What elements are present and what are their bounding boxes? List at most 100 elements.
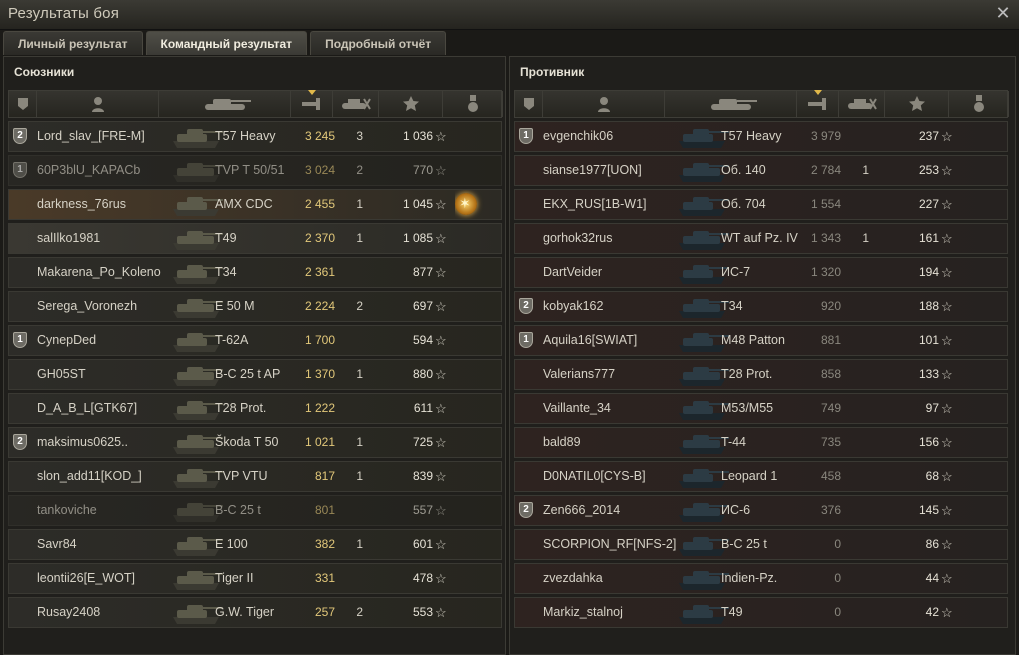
- ally-row[interactable]: slon_add11[KOD_] TVP VTU 817 1 839 ☆: [8, 461, 502, 492]
- enemy-row[interactable]: Vaillante_34 M53/M55 749 97 ☆: [514, 393, 1008, 424]
- ally-row[interactable]: 2 maksimus0625.. Škoda T 50 1 021 1 725 ☆: [8, 427, 502, 458]
- sort-desc-icon: [813, 90, 822, 95]
- enemies-header: [514, 90, 1009, 118]
- medal-cell: [455, 564, 485, 593]
- kills-value: [339, 258, 363, 287]
- xp-value: 68: [925, 469, 939, 483]
- enemy-row[interactable]: Markiz_stalnoj T49 0 42 ☆: [514, 597, 1008, 628]
- ally-row[interactable]: GH05ST B-C 25 t AP 1 370 1 880 ☆: [8, 359, 502, 390]
- ally-row[interactable]: Savr84 E 100 382 1 601 ☆: [8, 529, 502, 560]
- enemy-row[interactable]: 1 Aquila16[SWIAT] M48 Patton 881 101 ☆: [514, 325, 1008, 356]
- enemy-row[interactable]: 2 kobyak162 T34 920 188 ☆: [514, 291, 1008, 322]
- header-damage-icon[interactable]: [797, 90, 839, 117]
- medal-cell: [961, 360, 991, 389]
- header-medal-icon[interactable]: [949, 91, 1009, 117]
- platoon-cell: 1: [13, 326, 31, 355]
- header-tank-icon[interactable]: [665, 91, 797, 117]
- ally-row[interactable]: 1 CynepDed T-62A 1 700 594 ☆: [8, 325, 502, 356]
- damage-value: 920: [820, 299, 841, 313]
- ally-row[interactable]: Rusay2408 G.W. Tiger 257 2 553 ☆: [8, 597, 502, 628]
- player-name: darkness_76rus: [37, 197, 126, 211]
- ally-row[interactable]: D_A_B_L[GTK67] T28 Prot. 1 222 611 ☆: [8, 393, 502, 424]
- ally-row[interactable]: tankoviche B-C 25 t 801 557 ☆: [8, 495, 502, 526]
- platoon-badge-icon: 2: [13, 128, 27, 144]
- star-icon: ☆: [941, 129, 953, 144]
- damage-value: 881: [820, 333, 841, 347]
- tab-personal-result[interactable]: Личный результат: [3, 31, 143, 55]
- enemy-row[interactable]: gorhok32rus WT auf Pz. IV 1 343 1 161 ☆: [514, 223, 1008, 254]
- platoon-cell: [519, 462, 537, 491]
- xp-value: 161: [918, 231, 939, 245]
- medal-cell: [961, 496, 991, 525]
- xp-value: 553: [412, 605, 433, 619]
- kills-value: [845, 564, 869, 593]
- header-player-icon[interactable]: [543, 91, 665, 117]
- kills-value: 1: [356, 537, 363, 551]
- damage-value: 458: [820, 469, 841, 483]
- tab-team-result[interactable]: Командный результат: [145, 31, 308, 55]
- star-icon: ☆: [435, 163, 447, 178]
- player-name: Makarena_Po_Koleno: [37, 265, 161, 279]
- ally-row[interactable]: darkness_76rus AMX CDC 2 455 1 1 045 ☆: [8, 189, 502, 220]
- enemy-row[interactable]: Valerians777 T28 Prot. 858 133 ☆: [514, 359, 1008, 390]
- player-name: Serega_Voronezh: [37, 299, 138, 313]
- enemy-row[interactable]: DartVeider ИС-7 1 320 194 ☆: [514, 257, 1008, 288]
- ally-row[interactable]: 2 Lord_slav_[FRE-M] T57 Heavy 3 245 3 1 036 ☆: [8, 121, 502, 152]
- star-icon: ☆: [435, 503, 447, 518]
- platoon-cell: [519, 224, 537, 253]
- xp-value: 1 085: [402, 231, 433, 245]
- platoon-cell: [519, 156, 537, 185]
- xp-value: 194: [918, 265, 939, 279]
- player-name: Lord_slav_[FRE-M]: [37, 129, 145, 143]
- medal-cell: [961, 156, 991, 185]
- enemy-row[interactable]: 1 evgenchik06 T57 Heavy 3 979 237 ☆: [514, 121, 1008, 152]
- platoon-cell: [13, 530, 31, 559]
- header-tank-icon[interactable]: [159, 91, 291, 117]
- platoon-cell: 1: [13, 156, 31, 185]
- ally-row[interactable]: salIlko1981 T49 2 370 1 1 085 ☆: [8, 223, 502, 254]
- ally-row[interactable]: Serega_Voronezh E 50 M2 224 2 697 ☆: [8, 291, 502, 322]
- kills-value: 1: [356, 435, 363, 449]
- enemy-row[interactable]: D0NATIL0[CYS-B] Leopard 1 458 68 ☆: [514, 461, 1008, 492]
- star-icon: ☆: [435, 401, 447, 416]
- enemy-row[interactable]: sianse1977[UON] Об. 140 2 784 1 253 ☆: [514, 155, 1008, 186]
- ally-row[interactable]: 1 60P3blU_KAPACb TVP T 50/51 3 024 2 770 ☆: [8, 155, 502, 186]
- achievement-medal-icon[interactable]: [455, 190, 477, 218]
- tab-detailed-report[interactable]: Подробный отчёт: [310, 31, 447, 55]
- header-damage-icon[interactable]: [291, 90, 333, 117]
- xp-value: 478: [412, 571, 433, 585]
- star-icon: ☆: [941, 299, 953, 314]
- damage-value: 2 361: [304, 265, 335, 279]
- header-platoon-icon[interactable]: [9, 91, 37, 117]
- close-icon[interactable]: ✕: [993, 3, 1013, 23]
- player-name: D_A_B_L[GTK67]: [37, 401, 138, 415]
- ally-row[interactable]: Makarena_Po_Koleno T34 2 361 877 ☆: [8, 257, 502, 288]
- player-name: Aquila16[SWIAT]: [543, 333, 638, 347]
- header-xp-star-icon[interactable]: [885, 91, 949, 117]
- header-player-icon[interactable]: [37, 91, 159, 117]
- ally-row[interactable]: leontii26[E_WOT] Tiger II 331 478 ☆: [8, 563, 502, 594]
- damage-value: 749: [820, 401, 841, 415]
- player-name: sianse1977[UON]: [543, 163, 642, 177]
- header-platoon-icon[interactable]: [515, 91, 543, 117]
- player-name: zvezdahka: [543, 571, 603, 585]
- medal-cell: [455, 360, 485, 389]
- kills-value: 1: [862, 163, 869, 177]
- medal-cell: [961, 530, 991, 559]
- platoon-cell: [519, 394, 537, 423]
- platoon-cell: [13, 190, 31, 219]
- header-kills-icon[interactable]: [839, 91, 885, 117]
- enemy-row[interactable]: bald89 T-44 735 156 ☆: [514, 427, 1008, 458]
- kills-value: 2: [356, 163, 363, 177]
- enemies-title: Противник: [520, 65, 585, 79]
- header-xp-star-icon[interactable]: [379, 91, 443, 117]
- platoon-cell: [519, 428, 537, 457]
- player-name: Rusay2408: [37, 605, 101, 619]
- medal-cell: [455, 258, 485, 287]
- enemy-row[interactable]: 2 Zen666_2014 ИС-6 376 145 ☆: [514, 495, 1008, 526]
- enemy-row[interactable]: EKX_RUS[1B-W1] Об. 704 1 554 227 ☆: [514, 189, 1008, 220]
- header-medal-icon[interactable]: [443, 91, 503, 117]
- enemy-row[interactable]: zvezdahka Indien-Pz. 0 44 ☆: [514, 563, 1008, 594]
- enemy-row[interactable]: SCORPION_RF[NFS-2] B-C 25 t 0 86 ☆: [514, 529, 1008, 560]
- header-kills-icon[interactable]: [333, 91, 379, 117]
